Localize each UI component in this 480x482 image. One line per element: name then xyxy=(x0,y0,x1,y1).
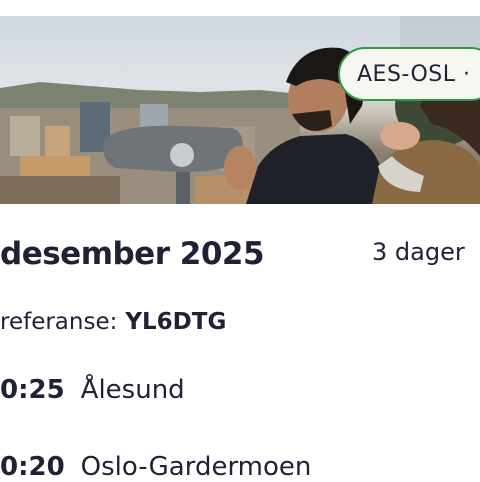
hero-image: AES-OSL · xyxy=(0,16,480,204)
departure-time: 0:25 xyxy=(0,375,65,405)
arrival-airport: Oslo-Gardermoen xyxy=(80,452,312,482)
route-chip: AES-OSL · xyxy=(338,47,480,101)
city-viewpoint-illustration xyxy=(0,16,480,204)
arrival-time: 0:20 xyxy=(0,452,65,482)
departure-airport: Ålesund xyxy=(80,375,185,405)
trip-date-heading: desember 2025 xyxy=(0,236,265,272)
arrival-leg: 0:20 Oslo-Gardermoen xyxy=(0,452,311,482)
top-strip xyxy=(0,0,480,16)
booking-reference: referanse: YL6DTG xyxy=(0,309,226,335)
departure-leg: 0:25 Ålesund xyxy=(0,375,185,405)
reference-code: YL6DTG xyxy=(125,309,227,335)
reference-label: referanse: xyxy=(0,309,118,335)
days-until-departure: 3 dager xyxy=(372,238,465,266)
